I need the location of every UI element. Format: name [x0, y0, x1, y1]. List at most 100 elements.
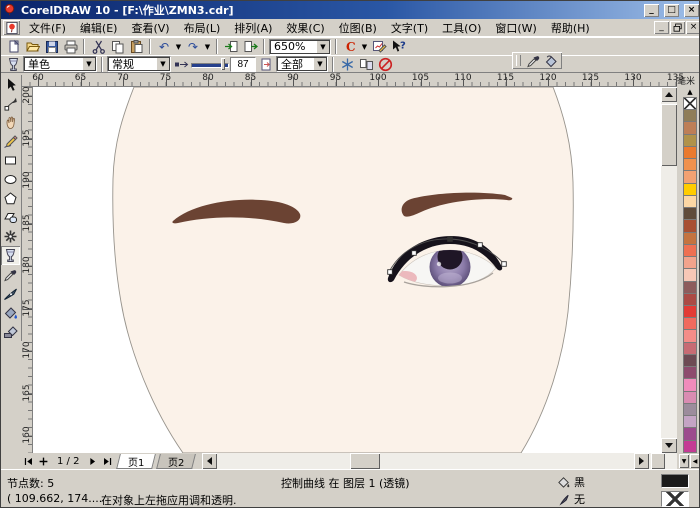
outline-pen-tool[interactable] [1, 284, 20, 303]
no-color-swatch[interactable] [683, 97, 697, 111]
color-swatch[interactable] [683, 367, 697, 380]
pan-tool[interactable] [1, 113, 20, 132]
close-button[interactable]: × [684, 3, 699, 17]
color-swatch[interactable] [683, 440, 697, 453]
redo-dropdown-arrow[interactable]: ▼ [203, 39, 212, 55]
color-swatch[interactable] [683, 391, 697, 404]
app-launcher-dropdown-arrow[interactable]: ▼ [360, 39, 369, 55]
color-swatch[interactable] [683, 195, 697, 209]
vertical-scrollbar[interactable] [661, 87, 677, 453]
paintbucket-button[interactable] [542, 53, 560, 69]
eyedropper-button[interactable] [524, 53, 542, 69]
color-swatch[interactable] [683, 354, 697, 368]
freeze-button[interactable] [338, 56, 356, 72]
menu-item-9[interactable]: 窗口(W) [488, 20, 543, 37]
transparency-operation-combo-arrow[interactable]: ▼ [156, 57, 170, 71]
first-page-button[interactable] [21, 454, 36, 468]
pick-tool[interactable] [1, 75, 20, 94]
curve-node[interactable] [477, 242, 483, 248]
minimize-button[interactable]: _ [644, 3, 659, 17]
redo-button[interactable]: ↷ [184, 39, 202, 55]
scroll-up-button[interactable] [661, 87, 677, 102]
eyedropper-tool[interactable] [1, 265, 20, 284]
scroll-left-button[interactable] [202, 453, 218, 469]
color-swatch[interactable] [683, 318, 697, 331]
color-swatch[interactable] [683, 281, 697, 294]
transparency-target-combo-arrow[interactable]: ▼ [313, 57, 327, 71]
hscroll-thumb[interactable] [350, 453, 381, 469]
menu-item-8[interactable]: 工具(O) [435, 20, 488, 37]
export-button[interactable] [241, 39, 259, 55]
color-swatch[interactable] [683, 159, 697, 172]
maximize-button[interactable]: □ [664, 3, 679, 17]
color-swatch[interactable] [683, 342, 697, 355]
palette-scroll-up[interactable]: ▲ [682, 87, 698, 97]
transparency-tool[interactable] [1, 246, 20, 265]
color-swatch[interactable] [683, 403, 697, 417]
color-swatch[interactable] [683, 232, 697, 245]
horizontal-scrollbar[interactable] [202, 453, 677, 469]
doc-minimize-button[interactable]: _ [654, 21, 669, 34]
clear-transparency-button[interactable] [376, 56, 394, 72]
color-swatch[interactable] [683, 110, 697, 123]
import-button[interactable] [222, 39, 240, 55]
copy-button[interactable] [108, 39, 126, 55]
color-swatch[interactable] [683, 428, 697, 441]
toolbar-grip[interactable] [516, 55, 521, 66]
color-swatch[interactable] [683, 293, 697, 306]
color-swatch[interactable] [683, 330, 697, 343]
polygon-tool[interactable] [1, 189, 20, 208]
fill-tool[interactable] [1, 303, 20, 322]
transparency-midpoint-icon[interactable] [172, 56, 190, 72]
color-swatch[interactable] [683, 244, 697, 258]
last-page-button[interactable] [100, 454, 115, 468]
whats-this-button[interactable]: ? [389, 39, 407, 55]
transparency-target-combo[interactable]: 全部 ▼ [276, 56, 328, 72]
transparency-slider[interactable] [191, 58, 229, 70]
color-swatch[interactable] [683, 379, 697, 392]
print-button[interactable] [61, 39, 79, 55]
graph-paper-button[interactable] [370, 39, 388, 55]
vertical-ruler[interactable]: 200 195 190 185 180 175 170 165 160 [21, 86, 33, 453]
curve-node[interactable] [501, 261, 507, 267]
undo-button[interactable]: ↶ [155, 39, 173, 55]
transparency-operation-combo[interactable]: 常规 ▼ [107, 56, 171, 72]
open-button[interactable] [23, 39, 41, 55]
color-swatch[interactable] [683, 305, 697, 319]
doc-close-button[interactable]: × [686, 21, 699, 34]
ellipse-tool[interactable] [1, 170, 20, 189]
curve-node[interactable] [411, 250, 417, 256]
paste-button[interactable] [127, 39, 145, 55]
curve-node[interactable] [387, 269, 393, 275]
interactive-fill-tool[interactable] [1, 322, 20, 341]
palette-scroll-down[interactable]: ▼ [679, 454, 689, 468]
transparency-type-combo[interactable]: 单色 ▼ [23, 56, 97, 72]
basic-shapes-tool[interactable] [1, 208, 20, 227]
menu-item-10[interactable]: 帮助(H) [544, 20, 597, 37]
page-tab-页1[interactable]: 页1 [116, 453, 157, 469]
menu-item-7[interactable]: 文字(T) [384, 20, 435, 37]
color-swatch[interactable] [683, 416, 697, 429]
face-shape[interactable] [112, 87, 574, 453]
slider-handle[interactable] [221, 58, 225, 70]
document-icon[interactable] [3, 20, 20, 35]
menu-item-6[interactable]: 位图(B) [332, 20, 384, 37]
color-swatch[interactable] [683, 257, 697, 270]
color-swatch[interactable] [683, 269, 697, 282]
color-swatch[interactable] [683, 122, 697, 135]
page-tab-页2[interactable]: 页2 [155, 453, 197, 469]
copy-transparency-button[interactable] [357, 56, 375, 72]
color-swatch[interactable] [683, 146, 697, 160]
new-button[interactable] [4, 39, 22, 55]
color-swatch[interactable] [683, 220, 697, 233]
cut-button[interactable] [89, 39, 107, 55]
scroll-down-button[interactable] [661, 438, 677, 453]
freehand-tool[interactable] [1, 132, 20, 151]
drawing-canvas[interactable] [33, 87, 661, 453]
zoom-level-combo[interactable]: 650% ▼ [269, 38, 331, 55]
menu-item-1[interactable]: 编辑(E) [73, 20, 125, 37]
menu-item-4[interactable]: 排列(A) [227, 20, 279, 37]
rectangle-tool[interactable] [1, 151, 20, 170]
doc-restore-button[interactable] [670, 21, 685, 34]
curve-node[interactable] [447, 236, 453, 242]
